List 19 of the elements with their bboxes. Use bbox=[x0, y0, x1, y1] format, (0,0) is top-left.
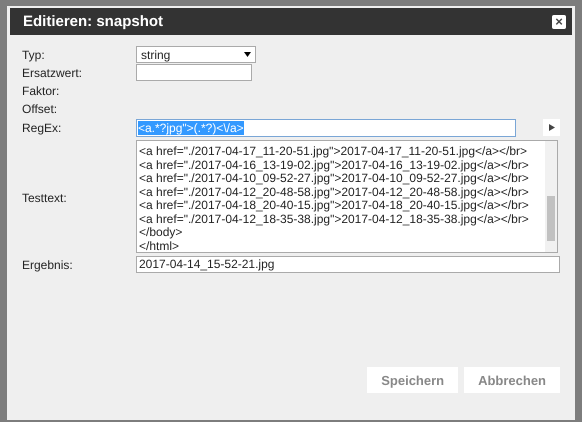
field-label: Testtext: bbox=[22, 190, 68, 204]
result-field: 2017-04-14_15-52-21.jpg bbox=[136, 256, 560, 273]
field-label: Offset: bbox=[22, 101, 58, 116]
run-button[interactable] bbox=[543, 119, 560, 136]
dialog-button[interactable]: Speichern bbox=[367, 367, 458, 393]
dialog-title: Editieren: snapshot bbox=[23, 13, 164, 30]
dialog-button[interactable]: Abbrechen bbox=[464, 367, 560, 393]
scrollbar[interactable] bbox=[545, 141, 557, 252]
close-button[interactable]: × bbox=[552, 14, 566, 28]
field-label: RegEx: bbox=[22, 120, 62, 135]
test-text-area[interactable]: <a href="./2017-04-17_11-20-51.jpg">2017-04-17_11-20-51.jpg</a></br> <a href="./2017-04-16_13-19-02.jpg">2017-04-16_13-19-02.jpg</a></br> <a href="./2017-04-10_09-52-27.jpg">2017-04-10_09-52-27.jpg</a></br> <a href="./2017-04-12_20-48-58.jpg">2017-04-12_20-48-58.jpg</a></br> <a href="./2017-04-18_20-40-15.jpg">2017-04-18_20-40-15.jpg</a></br> <a href="./2017-04-12_18-35-38.jpg">2017-04-12_18-35-38.jpg</a></br> </body> </html> bbox=[136, 140, 558, 253]
field-label: Typ: bbox=[22, 47, 46, 62]
field-label: Faktor: bbox=[22, 83, 60, 98]
field-label: Ersatzwert: bbox=[22, 65, 84, 80]
replacement-input[interactable] bbox=[136, 64, 252, 81]
field-label: Ergebnis: bbox=[22, 257, 74, 272]
type-dropdown[interactable]: string bbox=[136, 46, 256, 63]
play-icon bbox=[548, 124, 554, 131]
dropdown-arrow-icon bbox=[244, 52, 251, 57]
